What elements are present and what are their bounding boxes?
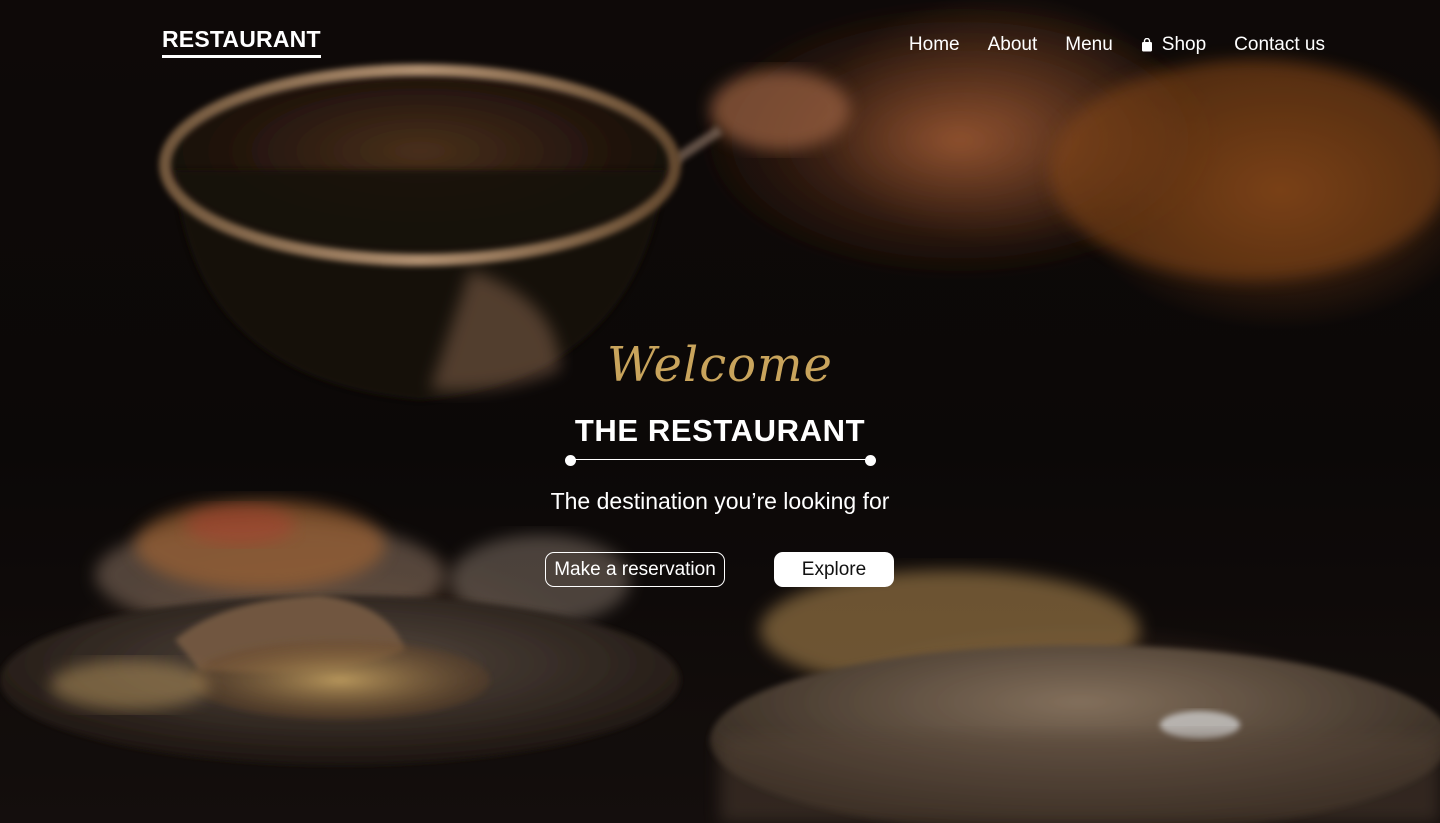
hero-tagline: The destination you’re looking for xyxy=(550,488,890,514)
nav-menu-label: Menu xyxy=(1065,34,1113,55)
nav-menu[interactable]: Menu xyxy=(1065,33,1113,57)
hero-title: THE RESTAURANT xyxy=(574,413,866,448)
title-divider xyxy=(565,454,876,466)
main-nav: Home About Menu Shop Contact us xyxy=(909,33,1325,57)
divider-dot-right xyxy=(865,455,876,466)
explore-button[interactable]: Explore xyxy=(774,552,894,587)
nav-contact[interactable]: Contact us xyxy=(1234,33,1325,57)
nav-home-label: Home xyxy=(908,34,960,55)
nav-about-label: About xyxy=(987,34,1038,55)
nav-home[interactable]: Home xyxy=(909,33,960,57)
nav-contact-label: Contact us xyxy=(1234,34,1325,55)
make-reservation-button[interactable]: Make a reservation xyxy=(545,552,725,587)
welcome-script-heading: Welcome xyxy=(607,337,833,393)
brand-logo[interactable]: RESTAURANT xyxy=(162,26,321,58)
divider-dot-left xyxy=(565,455,576,466)
divider-line xyxy=(571,459,870,460)
nav-shop-label: Shop xyxy=(1161,34,1207,55)
shopping-bag-icon xyxy=(1141,38,1153,52)
hero-section: RESTAURANT Home About Menu Shop Contact … xyxy=(0,0,1440,823)
nav-shop[interactable]: Shop xyxy=(1141,33,1206,57)
nav-about[interactable]: About xyxy=(988,33,1038,57)
